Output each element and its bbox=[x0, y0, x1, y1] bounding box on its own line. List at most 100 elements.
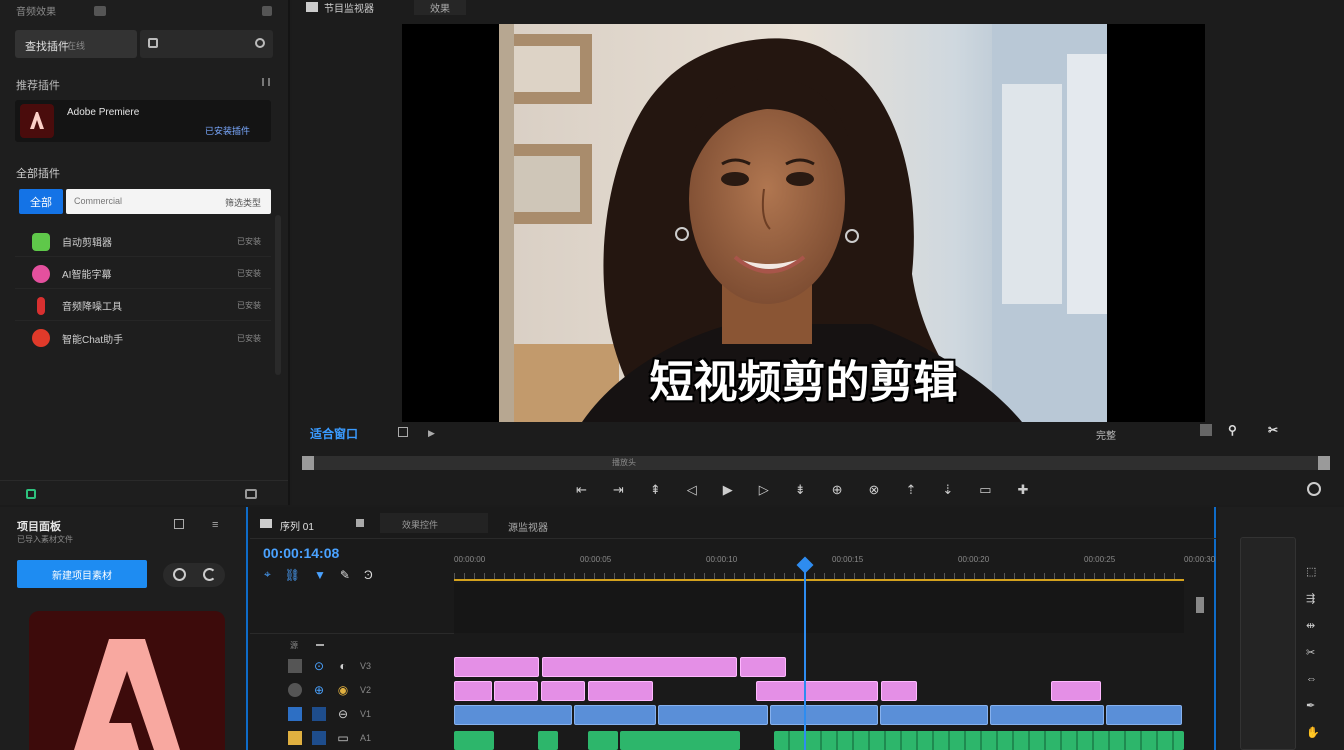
slip-icon[interactable]: ⇔ bbox=[1306, 673, 1320, 685]
clip[interactable] bbox=[756, 681, 878, 701]
play-small-icon[interactable]: ▶ bbox=[428, 428, 435, 439]
go-to-out-icon[interactable]: ⇟ bbox=[795, 482, 806, 498]
chat-icon[interactable] bbox=[173, 568, 186, 581]
tab-close-icon[interactable] bbox=[356, 519, 364, 527]
snap-icon[interactable]: ⌖ bbox=[264, 567, 271, 582]
new-item-button[interactable]: 新建项目素材 bbox=[17, 560, 147, 588]
go-to-in-icon[interactable]: ⇞ bbox=[650, 482, 661, 498]
extract-icon[interactable]: ⇣ bbox=[942, 482, 953, 498]
zoom-label[interactable]: 完整 bbox=[1096, 427, 1116, 442]
audio-clip[interactable] bbox=[588, 731, 618, 750]
clip[interactable] bbox=[542, 657, 737, 677]
tab-effect-controls[interactable]: 效果控件 bbox=[380, 513, 488, 533]
tab-search-plugins[interactable]: 查找插件 在线 bbox=[15, 30, 137, 58]
work-area-bar[interactable] bbox=[454, 579, 1184, 581]
list-item[interactable]: 智能Chat助手 已安装 bbox=[15, 323, 271, 353]
step-forward-icon[interactable]: ▷ bbox=[759, 482, 769, 498]
sync-icon[interactable]: ⊕ bbox=[312, 683, 326, 697]
clip[interactable] bbox=[770, 705, 878, 725]
scrub-bar[interactable]: 播放头 bbox=[302, 456, 1330, 470]
clip[interactable] bbox=[990, 705, 1104, 725]
new-bin-icon[interactable] bbox=[174, 519, 184, 529]
time-ruler[interactable]: 00:00:00 00:00:05 00:00:10 00:00:15 00:0… bbox=[454, 553, 1215, 581]
refresh-icon[interactable] bbox=[203, 568, 216, 581]
list-item[interactable]: 自动剪辑器 已安装 bbox=[15, 227, 271, 257]
linked-selection-icon[interactable]: ⛓ bbox=[285, 568, 300, 582]
mute-icon[interactable]: ▭ bbox=[336, 731, 350, 745]
tab-program-monitor[interactable]: 节目监视器 bbox=[324, 0, 374, 15]
lock-icon[interactable] bbox=[288, 659, 302, 673]
settings-icon[interactable] bbox=[245, 489, 257, 499]
track-header-a1[interactable]: ▭ A1 bbox=[288, 731, 371, 745]
tab-source-monitor[interactable]: 源监视器 bbox=[508, 519, 548, 534]
captions-icon[interactable]: Ͽ bbox=[364, 568, 373, 582]
audio-clip[interactable] bbox=[538, 731, 558, 750]
eye-icon[interactable]: ⊖ bbox=[336, 707, 350, 721]
camera-icon[interactable]: ▭ bbox=[979, 482, 991, 498]
clip[interactable] bbox=[658, 705, 768, 725]
lock-icon[interactable] bbox=[288, 683, 302, 697]
hand-icon[interactable]: ✋ bbox=[1306, 726, 1320, 739]
sync-icon[interactable] bbox=[312, 731, 326, 745]
audio-clip[interactable] bbox=[620, 731, 740, 750]
refresh-icon[interactable] bbox=[255, 38, 265, 48]
track-header-v2[interactable]: ⊕ ◉ V2 bbox=[288, 683, 371, 697]
clip[interactable] bbox=[454, 705, 572, 725]
lock-icon[interactable] bbox=[288, 707, 302, 721]
overwrite-icon[interactable]: ⊗ bbox=[869, 482, 880, 498]
mark-in-icon[interactable]: ⇤ bbox=[576, 482, 587, 498]
list-item[interactable]: AI智能字幕 已安装 bbox=[15, 259, 271, 289]
ripple-edit-icon[interactable]: ⇹ bbox=[1306, 619, 1320, 632]
clip[interactable] bbox=[740, 657, 786, 677]
plugin-filter-input[interactable]: Commercial 筛选类型 bbox=[66, 189, 271, 214]
clip[interactable] bbox=[494, 681, 538, 701]
clip[interactable] bbox=[1106, 705, 1182, 725]
fit-dropdown[interactable]: 适合窗口 bbox=[310, 425, 358, 442]
audio-clip[interactable] bbox=[774, 731, 1184, 750]
search-input[interactable] bbox=[140, 30, 273, 58]
scrub-start-handle[interactable] bbox=[302, 456, 314, 470]
list-item[interactable]: 音频降噪工具 已安装 bbox=[15, 291, 271, 321]
panel-close-icon[interactable] bbox=[262, 6, 272, 16]
clip[interactable] bbox=[454, 657, 539, 677]
collapse-icon[interactable] bbox=[262, 78, 270, 86]
play-icon[interactable]: ▶ bbox=[723, 482, 733, 498]
selection-tool-icon[interactable]: ⬚ bbox=[1306, 565, 1320, 578]
audio-clip[interactable] bbox=[454, 731, 494, 750]
export-icon[interactable]: ✂ bbox=[1268, 423, 1278, 437]
sync-icon[interactable] bbox=[312, 707, 326, 721]
insert-icon[interactable]: ⊕ bbox=[832, 482, 843, 498]
track-header-v1[interactable]: ⊖ V1 bbox=[288, 707, 371, 721]
clip[interactable] bbox=[881, 681, 917, 701]
screenshot-icon[interactable] bbox=[398, 427, 408, 437]
timeline-timecode[interactable]: 00:00:14:08 bbox=[263, 545, 339, 561]
playhead[interactable] bbox=[796, 556, 814, 750]
clip[interactable] bbox=[588, 681, 653, 701]
wrench-icon[interactable]: ✎ bbox=[340, 568, 350, 582]
clip[interactable] bbox=[454, 681, 492, 701]
settings-icon[interactable] bbox=[1200, 424, 1212, 436]
razor-icon[interactable]: ✂ bbox=[1306, 646, 1320, 659]
track-select-icon[interactable]: ⇶ bbox=[1306, 592, 1320, 605]
step-back-icon[interactable]: ◁ bbox=[687, 482, 697, 498]
filter-all-chip[interactable]: 全部 bbox=[19, 189, 63, 214]
mark-out-icon[interactable]: ⇥ bbox=[613, 482, 624, 498]
tab-sequence[interactable]: 序列 01 bbox=[280, 518, 314, 533]
scrollbar[interactable] bbox=[275, 215, 281, 375]
view-toggle[interactable] bbox=[163, 563, 225, 587]
panel-menu-icon[interactable] bbox=[94, 6, 106, 16]
timeline-scrollbar[interactable] bbox=[1196, 597, 1204, 613]
wrench-icon[interactable]: ⚲ bbox=[1228, 423, 1237, 437]
scrub-end-handle[interactable] bbox=[1318, 456, 1330, 470]
tab-effects[interactable]: 效果 bbox=[414, 0, 466, 15]
clip[interactable] bbox=[880, 705, 988, 725]
search-icon[interactable] bbox=[1307, 482, 1321, 496]
lock-icon[interactable] bbox=[288, 731, 302, 745]
clip[interactable] bbox=[1051, 681, 1101, 701]
button-editor-icon[interactable]: ✚ bbox=[1018, 482, 1029, 498]
track-header-v3[interactable]: ⊙ ◐ V3 bbox=[288, 659, 371, 673]
marker-icon[interactable]: ▼ bbox=[314, 568, 326, 582]
eye-icon[interactable]: ◉ bbox=[336, 683, 350, 697]
panel-menu-icon[interactable]: ≡ bbox=[212, 519, 218, 531]
clip[interactable] bbox=[574, 705, 656, 725]
